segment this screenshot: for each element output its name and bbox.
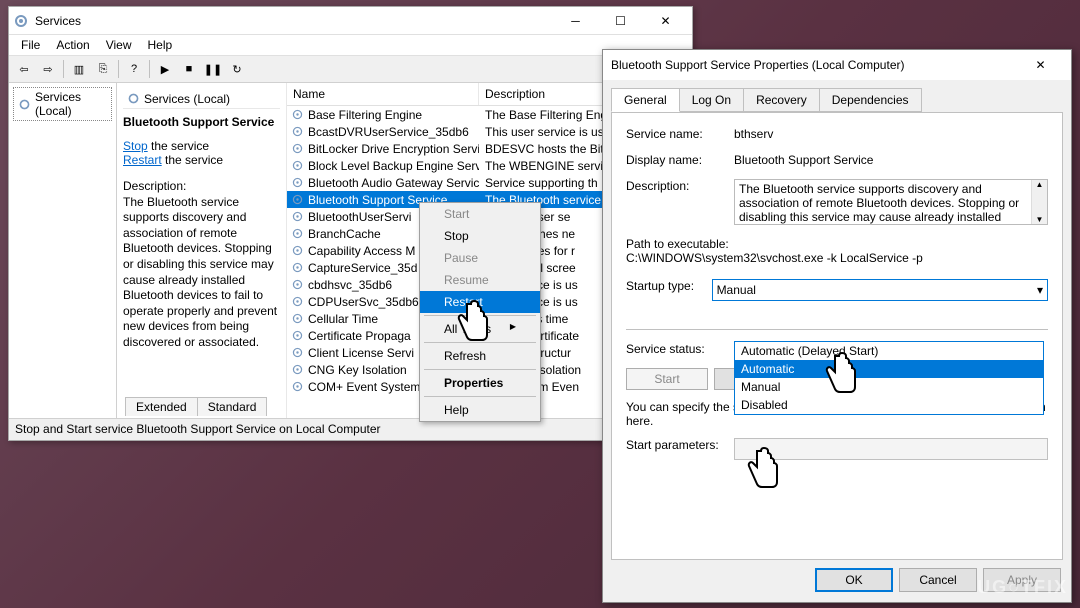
gear-icon xyxy=(291,329,304,342)
ctx-restart[interactable]: Restart xyxy=(420,291,540,313)
tab-general[interactable]: General xyxy=(611,88,680,112)
path-value: C:\WINDOWS\system32\svchost.exe -k Local… xyxy=(626,251,1048,265)
toolbar: ⇦ ⇨ ▥ ⎘ ? ▶ ■ ❚❚ ↻ xyxy=(9,55,692,83)
gear-icon xyxy=(291,176,304,189)
stop-link[interactable]: Stop xyxy=(123,139,148,153)
tab-standard[interactable]: Standard xyxy=(197,397,268,416)
start-button[interactable]: Start xyxy=(626,368,708,390)
close-button[interactable]: ✕ xyxy=(1018,52,1063,78)
help-button[interactable]: ? xyxy=(123,58,145,80)
path-label: Path to executable: xyxy=(626,237,1048,251)
combo-option-automatic-delayed-start-[interactable]: Automatic (Delayed Start) xyxy=(735,342,1043,360)
menubar: File Action View Help xyxy=(9,35,692,55)
start-params-label: Start parameters: xyxy=(626,438,734,452)
menu-view[interactable]: View xyxy=(98,36,140,54)
pause-button[interactable]: ❚❚ xyxy=(202,58,224,80)
description-label: Description: xyxy=(123,179,280,195)
gear-icon xyxy=(18,98,31,111)
column-name[interactable]: Name xyxy=(287,83,479,105)
display-name-label: Display name: xyxy=(626,153,734,167)
maximize-button[interactable]: ☐ xyxy=(598,8,643,34)
forward-button[interactable]: ⇨ xyxy=(37,58,59,80)
gear-icon xyxy=(291,312,304,325)
chevron-down-icon: ▾ xyxy=(1037,283,1043,297)
ctx-refresh[interactable]: Refresh xyxy=(420,345,540,367)
startup-type-dropdown: Automatic (Delayed Start)AutomaticManual… xyxy=(734,341,1044,415)
restart-button[interactable]: ↻ xyxy=(226,58,248,80)
gear-icon xyxy=(13,13,29,29)
start-params-input xyxy=(734,438,1048,460)
service-name-label: Service name: xyxy=(626,127,734,141)
menu-help[interactable]: Help xyxy=(140,36,181,54)
combo-option-manual[interactable]: Manual xyxy=(735,378,1043,396)
description-label: Description: xyxy=(626,179,734,193)
statusbar: Stop and Start service Bluetooth Support… xyxy=(9,418,692,440)
detail-panel: Services (Local) Bluetooth Support Servi… xyxy=(117,83,287,423)
ctx-start: Start xyxy=(420,203,540,225)
watermark: UG○TFIX xyxy=(977,577,1068,598)
description-text: The Bluetooth service supports discovery… xyxy=(123,195,280,351)
menu-action[interactable]: Action xyxy=(48,36,97,54)
gear-icon xyxy=(291,278,304,291)
gear-icon xyxy=(291,380,304,393)
ctx-pause: Pause xyxy=(420,247,540,269)
tab-dependencies[interactable]: Dependencies xyxy=(819,88,922,112)
tree-item-services-local[interactable]: Services (Local) xyxy=(13,87,112,121)
back-button[interactable]: ⇦ xyxy=(13,58,35,80)
selected-service-title: Bluetooth Support Service xyxy=(123,115,280,129)
display-name-value: Bluetooth Support Service xyxy=(734,153,1048,167)
gear-icon xyxy=(291,346,304,359)
gear-icon xyxy=(291,295,304,308)
minimize-button[interactable]: ─ xyxy=(553,8,598,34)
description-box: The Bluetooth service supports discovery… xyxy=(734,179,1048,225)
service-name-value: bthserv xyxy=(734,127,1048,141)
show-hide-button[interactable]: ▥ xyxy=(68,58,90,80)
ctx-all-tasks[interactable]: All Tasks xyxy=(420,318,540,340)
stop-button[interactable]: ■ xyxy=(178,58,200,80)
combo-option-disabled[interactable]: Disabled xyxy=(735,396,1043,414)
menu-file[interactable]: File xyxy=(13,36,48,54)
tab-recovery[interactable]: Recovery xyxy=(743,88,820,112)
export-button[interactable]: ⎘ xyxy=(92,58,114,80)
tab-logon[interactable]: Log On xyxy=(679,88,744,112)
cancel-button[interactable]: Cancel xyxy=(899,568,977,592)
ctx-resume: Resume xyxy=(420,269,540,291)
gear-icon xyxy=(127,92,140,105)
gear-icon xyxy=(291,108,304,121)
scrollbar[interactable]: ▲▼ xyxy=(1031,180,1047,224)
gear-icon xyxy=(291,159,304,172)
gear-icon xyxy=(291,227,304,240)
ok-button[interactable]: OK xyxy=(815,568,893,592)
context-menu: StartStopPauseResumeRestart All Tasks Refr… xyxy=(419,202,541,422)
gear-icon xyxy=(291,142,304,155)
gear-icon xyxy=(291,261,304,274)
startup-type-label: Startup type: xyxy=(626,279,712,293)
tab-extended[interactable]: Extended xyxy=(125,397,198,416)
properties-dialog: Bluetooth Support Service Properties (Lo… xyxy=(602,49,1072,603)
startup-type-combo[interactable]: Manual ▾ xyxy=(712,279,1048,301)
services-window: Services ─ ☐ ✕ File Action View Help ⇦ ⇨… xyxy=(8,6,693,441)
ctx-help[interactable]: Help xyxy=(420,399,540,421)
gear-icon xyxy=(291,193,304,206)
service-status-label: Service status: xyxy=(626,342,734,356)
ctx-properties[interactable]: Properties xyxy=(420,372,540,394)
play-button[interactable]: ▶ xyxy=(154,58,176,80)
window-title: Services xyxy=(35,14,553,28)
tree-pane: Services (Local) xyxy=(9,83,117,423)
close-button[interactable]: ✕ xyxy=(643,8,688,34)
gear-icon xyxy=(291,363,304,376)
restart-link[interactable]: Restart xyxy=(123,153,162,167)
gear-icon xyxy=(291,244,304,257)
combo-option-automatic[interactable]: Automatic xyxy=(735,360,1043,378)
titlebar[interactable]: Services ─ ☐ ✕ xyxy=(9,7,692,35)
ctx-stop[interactable]: Stop xyxy=(420,225,540,247)
gear-icon xyxy=(291,125,304,138)
dialog-title: Bluetooth Support Service Properties (Lo… xyxy=(611,58,1018,72)
gear-icon xyxy=(291,210,304,223)
